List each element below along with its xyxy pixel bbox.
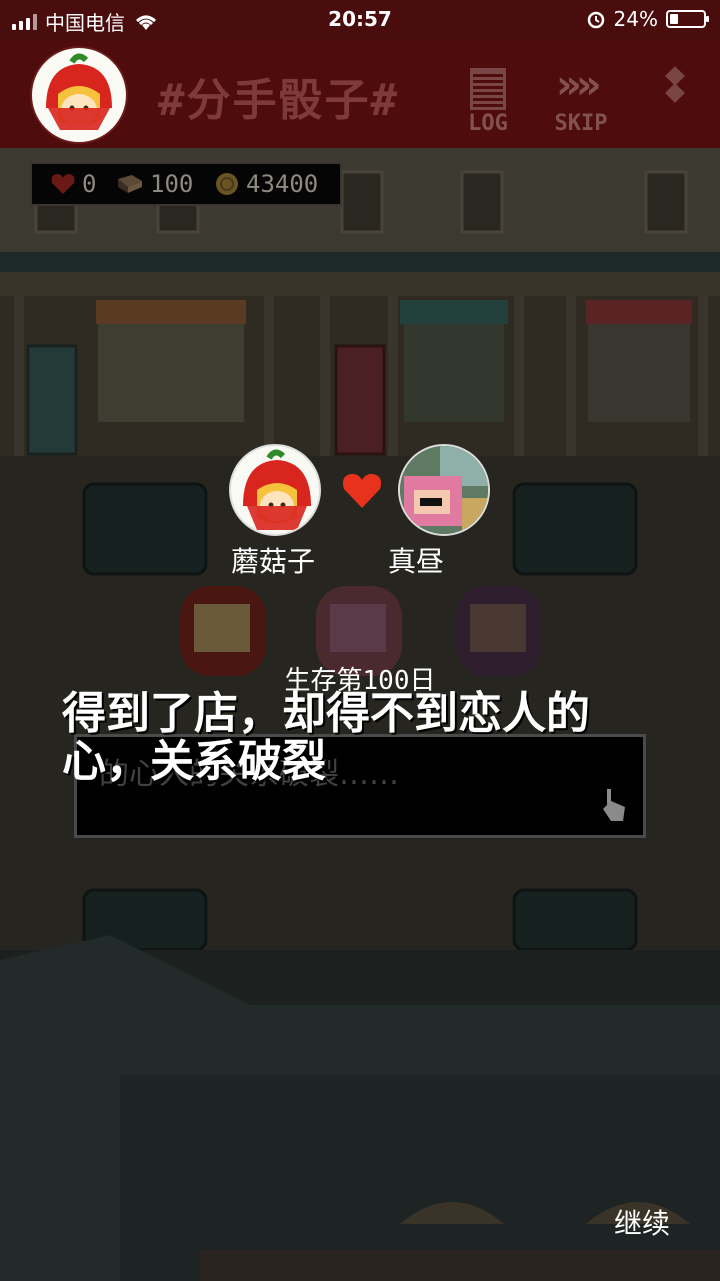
mushroom-avatar-icon [46, 53, 112, 130]
game-title: #分手骰子# [158, 75, 399, 126]
mushroom-logo[interactable] [30, 46, 128, 144]
coins-counter: 43400 [214, 170, 318, 198]
mushroom-character-avatar [229, 444, 321, 536]
status-right: 24% [586, 7, 709, 31]
menu-button[interactable] [664, 66, 686, 116]
resource-hud: 0 100 43400 [30, 162, 342, 206]
heart-icon [51, 174, 75, 194]
book-icon [118, 175, 142, 193]
coins-value: 43400 [246, 170, 319, 198]
battery-icon [666, 10, 709, 28]
heart-icon [342, 473, 382, 508]
status-bar: 中国电信 20:57 24% [0, 0, 720, 40]
log-button[interactable]: LOG [453, 62, 523, 142]
game-top-bar: #分手骰子# LOG »» SKIP [0, 40, 720, 151]
hearts-counter: 0 [50, 170, 96, 198]
log-label: LOG [468, 111, 508, 136]
menu-dot [665, 83, 685, 103]
mushroom-character-icon [243, 449, 311, 530]
log-icon [470, 68, 506, 110]
books-value: 100 [150, 170, 194, 198]
hand-pointer-icon [603, 789, 625, 821]
hearts-value: 0 [82, 170, 97, 198]
continue-button[interactable]: 继续 [614, 1202, 670, 1242]
battery-percent: 24% [613, 7, 658, 31]
right-character-name: 真昼 [387, 545, 444, 578]
books-counter: 100 [116, 170, 193, 198]
battery-level [670, 14, 678, 24]
mahiru-character-avatar [398, 444, 490, 536]
fast-forward-icon: »» [556, 62, 602, 108]
skip-label: SKIP [554, 111, 608, 136]
alarm-icon [587, 11, 604, 29]
ending-text: 得到了店，却得不到恋人的心，关系破裂 [62, 688, 590, 787]
mahiru-pixel-portrait-icon [400, 446, 488, 534]
skip-button[interactable]: »» SKIP [546, 62, 616, 142]
coin-icon [216, 173, 238, 195]
left-character-name: 蘑菇子 [230, 545, 315, 578]
